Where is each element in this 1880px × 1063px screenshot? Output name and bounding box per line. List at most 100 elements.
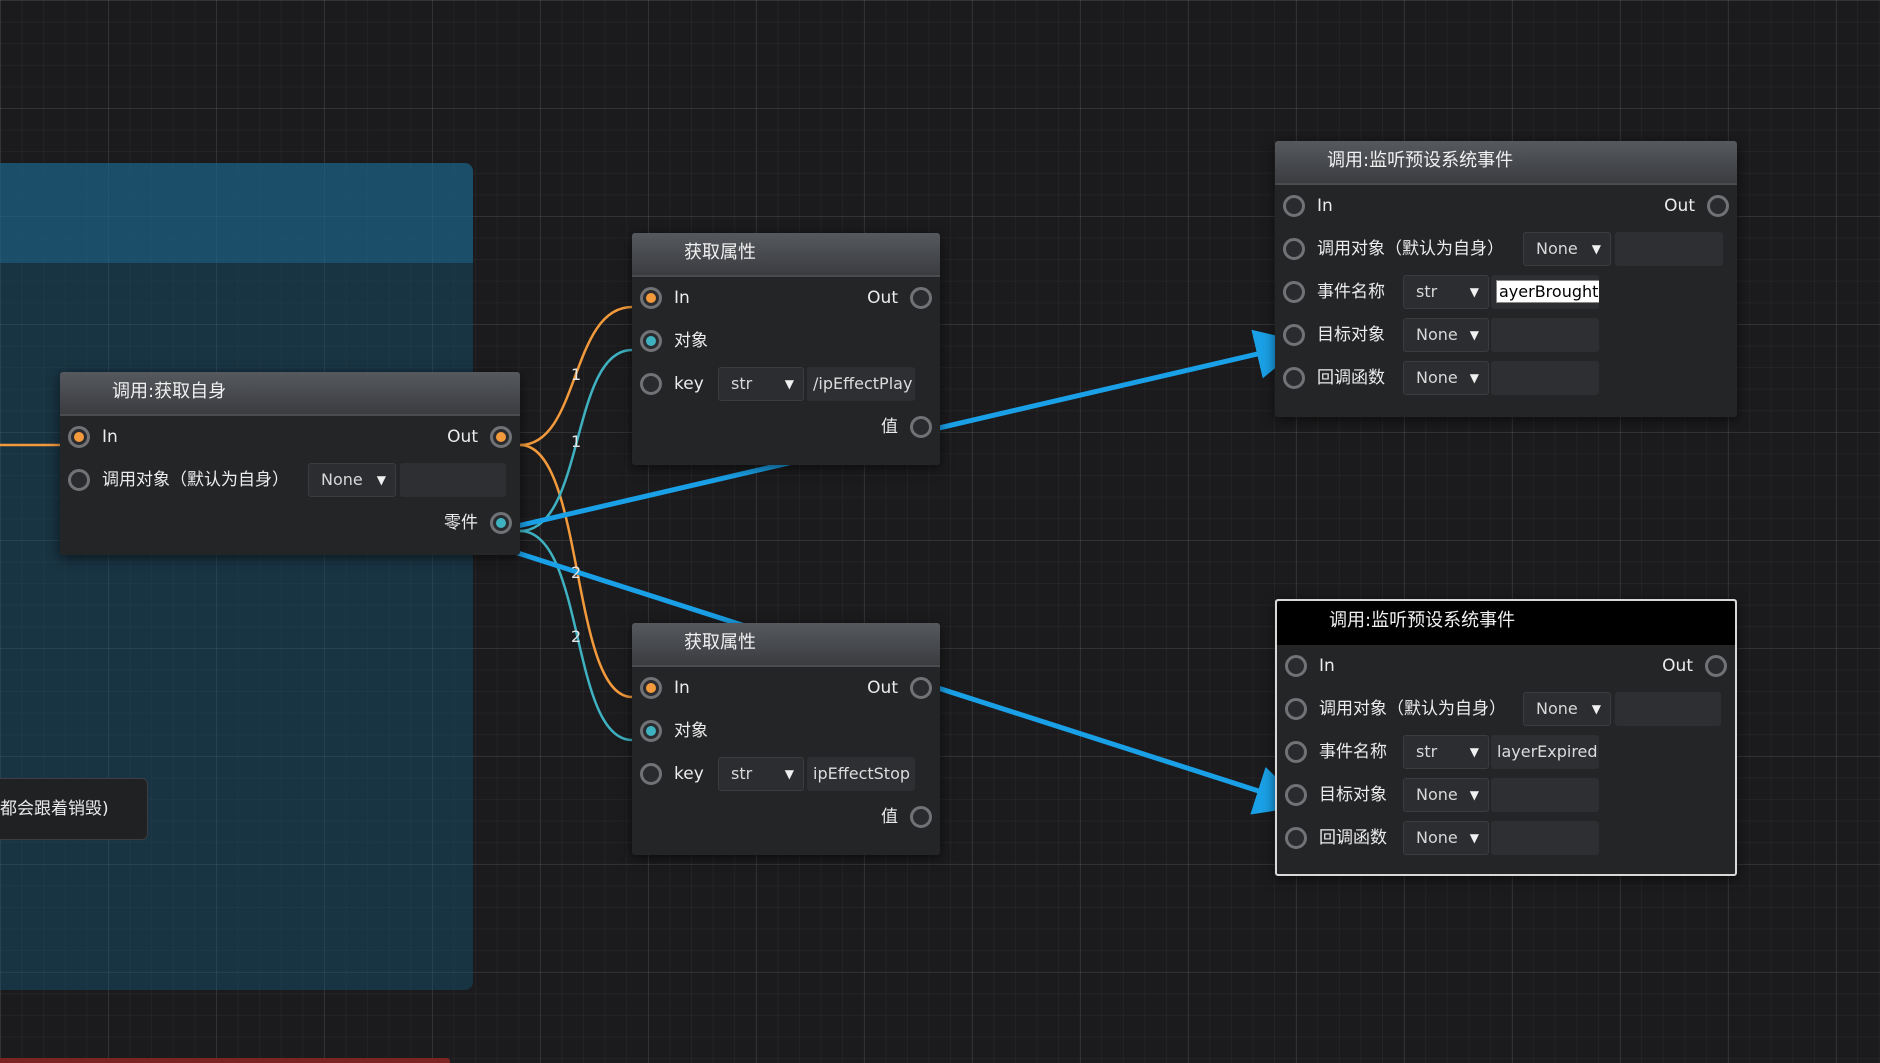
target-dropdown-value: None bbox=[1536, 699, 1578, 718]
exec-in-pin[interactable] bbox=[640, 287, 662, 309]
node-listen-event-1-row-object: 目标对象 None ▼ bbox=[1275, 314, 1737, 357]
callback-field[interactable] bbox=[1491, 821, 1599, 855]
target-object-field[interactable] bbox=[1491, 318, 1599, 352]
exec-in-label: In bbox=[1319, 656, 1335, 676]
target-object-dropdown[interactable]: None ▼ bbox=[1403, 318, 1489, 352]
wire-label-1: 1 bbox=[571, 365, 581, 384]
target-dropdown[interactable]: None ▼ bbox=[1523, 232, 1611, 266]
part-output-label: 零件 bbox=[444, 513, 478, 533]
target-object-pin[interactable] bbox=[1283, 324, 1305, 346]
node-listen-event-2[interactable]: 调用:监听预设系统事件 In Out 调用对象（默认为自身） None ▼ 事件… bbox=[1275, 599, 1737, 876]
key-type-dropdown[interactable]: str ▼ bbox=[718, 757, 804, 791]
node-get-property-2[interactable]: 获取属性 In Out 对象 key str ▼ ipEffectStop 值 bbox=[632, 623, 940, 855]
object-pin[interactable] bbox=[640, 330, 662, 352]
exec-in-pin[interactable] bbox=[68, 426, 90, 448]
callback-pin[interactable] bbox=[1283, 367, 1305, 389]
key-input[interactable]: /ipEffectPlay bbox=[807, 367, 915, 401]
key-label: key bbox=[674, 764, 704, 784]
key-input[interactable]: ipEffectStop bbox=[807, 757, 915, 791]
node-get-property-2-title[interactable]: 获取属性 bbox=[632, 623, 940, 667]
exec-out-pin[interactable] bbox=[910, 287, 932, 309]
node-listen-event-2-row-target: 调用对象（默认为自身） None ▼ bbox=[1277, 688, 1735, 731]
node-listen-event-1-row-target: 调用对象（默认为自身） None ▼ bbox=[1275, 228, 1737, 271]
wire-label-2: 1 bbox=[571, 432, 581, 451]
event-name-value: ayerBrought bbox=[1495, 280, 1599, 303]
callback-field[interactable] bbox=[1491, 361, 1599, 395]
callback-label: 回调函数 bbox=[1319, 828, 1387, 848]
exec-out-label: Out bbox=[447, 427, 478, 447]
key-label: key bbox=[674, 374, 704, 394]
callback-value: None bbox=[1416, 828, 1458, 847]
target-pin[interactable] bbox=[68, 469, 90, 491]
target-dropdown-value: None bbox=[321, 470, 363, 489]
exec-in-label: In bbox=[674, 678, 690, 698]
node-get-property-1-row-key: key str ▼ /ipEffectPlay bbox=[632, 363, 940, 406]
node-get-property-2-row-object: 对象 bbox=[632, 710, 940, 753]
node-get-property-1-row-object: 对象 bbox=[632, 320, 940, 363]
target-label: 调用对象（默认为自身） bbox=[102, 470, 289, 490]
chevron-down-icon: ▼ bbox=[1469, 831, 1479, 845]
exec-out-label: Out bbox=[867, 678, 898, 698]
exec-in-pin[interactable] bbox=[640, 677, 662, 699]
target-field[interactable] bbox=[1615, 692, 1721, 726]
target-field[interactable] bbox=[1615, 232, 1723, 266]
event-name-label: 事件名称 bbox=[1317, 282, 1385, 302]
callback-pin[interactable] bbox=[1285, 827, 1307, 849]
exec-in-label: In bbox=[674, 288, 690, 308]
target-dropdown-value: None bbox=[1536, 239, 1578, 258]
part-output-pin[interactable] bbox=[490, 512, 512, 534]
event-type-dropdown[interactable]: str ▼ bbox=[1403, 275, 1489, 309]
target-dropdown[interactable]: None ▼ bbox=[1523, 692, 1611, 726]
event-name-input[interactable]: layerExpired bbox=[1491, 735, 1599, 769]
event-name-pin[interactable] bbox=[1285, 741, 1307, 763]
exec-in-pin[interactable] bbox=[1285, 655, 1307, 677]
node-listen-event-1[interactable]: 调用:监听预设系统事件 In Out 调用对象（默认为自身） None ▼ 事件… bbox=[1275, 141, 1737, 417]
key-pin[interactable] bbox=[640, 373, 662, 395]
key-type-dropdown[interactable]: str ▼ bbox=[718, 367, 804, 401]
callback-dropdown[interactable]: None ▼ bbox=[1403, 821, 1489, 855]
target-object-label: 目标对象 bbox=[1317, 325, 1385, 345]
value-pin[interactable] bbox=[910, 806, 932, 828]
target-label: 调用对象（默认为自身） bbox=[1319, 699, 1506, 719]
target-object-dropdown[interactable]: None ▼ bbox=[1403, 778, 1489, 812]
event-name-pin[interactable] bbox=[1283, 281, 1305, 303]
node-listen-event-2-row-exec: In Out bbox=[1277, 645, 1735, 688]
exec-in-pin[interactable] bbox=[1283, 195, 1305, 217]
target-object-field[interactable] bbox=[1491, 778, 1599, 812]
key-pin[interactable] bbox=[640, 763, 662, 785]
object-pin[interactable] bbox=[640, 720, 662, 742]
event-type-dropdown[interactable]: str ▼ bbox=[1403, 735, 1489, 769]
exec-out-pin[interactable] bbox=[1707, 195, 1729, 217]
exec-out-pin[interactable] bbox=[910, 677, 932, 699]
exec-out-label: Out bbox=[1664, 196, 1695, 216]
target-pin[interactable] bbox=[1283, 238, 1305, 260]
event-name-value: layerExpired bbox=[1497, 742, 1598, 761]
node-listen-event-2-title[interactable]: 调用:监听预设系统事件 bbox=[1277, 601, 1735, 645]
exec-out-pin[interactable] bbox=[1705, 655, 1727, 677]
event-name-input[interactable]: ayerBrought bbox=[1491, 275, 1599, 309]
node-listen-event-1-title[interactable]: 调用:监听预设系统事件 bbox=[1275, 141, 1737, 185]
value-label: 值 bbox=[881, 807, 898, 827]
chevron-down-icon: ▼ bbox=[1469, 745, 1479, 759]
chevron-down-icon: ▼ bbox=[1469, 328, 1479, 342]
node-listen-event-1-row-callback: 回调函数 None ▼ bbox=[1275, 357, 1737, 400]
exec-out-pin[interactable] bbox=[490, 426, 512, 448]
target-dropdown[interactable]: None ▼ bbox=[308, 463, 396, 497]
target-object-pin[interactable] bbox=[1285, 784, 1307, 806]
node-get-self-title[interactable]: 调用:获取自身 bbox=[60, 372, 520, 416]
chevron-down-icon: ▼ bbox=[1469, 285, 1479, 299]
key-type-value: str bbox=[731, 374, 753, 393]
node-listen-event-2-row-callback: 回调函数 None ▼ bbox=[1277, 817, 1735, 860]
exec-in-label: In bbox=[102, 427, 118, 447]
object-label: 对象 bbox=[674, 721, 708, 741]
node-get-self-row-output: 零件 bbox=[60, 502, 520, 545]
target-field[interactable] bbox=[400, 463, 506, 497]
callback-dropdown[interactable]: None ▼ bbox=[1403, 361, 1489, 395]
value-pin[interactable] bbox=[910, 416, 932, 438]
node-get-self[interactable]: 调用:获取自身 In Out 调用对象（默认为自身） None ▼ 零件 bbox=[60, 372, 520, 555]
node-get-property-1-title[interactable]: 获取属性 bbox=[632, 233, 940, 277]
node-get-property-1[interactable]: 获取属性 In Out 对象 key str ▼ /ipEffectPlay 值 bbox=[632, 233, 940, 465]
target-pin[interactable] bbox=[1285, 698, 1307, 720]
target-object-value: None bbox=[1416, 325, 1458, 344]
event-name-label: 事件名称 bbox=[1319, 742, 1387, 762]
